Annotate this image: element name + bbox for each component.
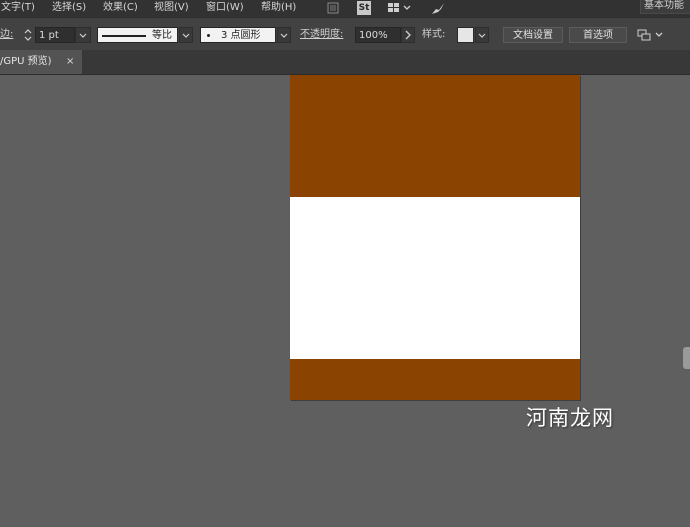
opacity-field[interactable]: 100% [355,27,401,43]
bridge-icon[interactable] [327,1,339,15]
graphic-style-swatch[interactable] [457,27,474,43]
variable-width-profile[interactable]: 等比 [97,27,178,43]
opacity-arrow-icon[interactable] [401,27,415,43]
stroke-weight-field[interactable]: 1 pt [35,27,75,43]
brush-icon[interactable] [430,1,446,15]
workspace-switcher[interactable]: 基本功能 [640,0,690,14]
brush-label: 3 点圆形 [221,30,261,41]
menu-select[interactable]: 选择(S) [52,1,86,15]
control-bar: 边: 1 pt 等比 3 点圆形 不透明度: 100% 样式: 文档设置 首选项 [0,17,690,51]
artboard[interactable] [290,75,580,400]
watermark: 河南龙网 [526,406,614,430]
document-tab-title: /GPU 预览) [0,56,52,67]
app-window: 文字(T) 选择(S) 效果(C) 视图(V) 窗口(W) 帮助(H) St 基… [0,0,690,527]
brown-rectangle-bottom[interactable] [290,359,580,400]
stock-icon[interactable]: St [357,1,371,15]
canvas-area[interactable] [0,75,690,527]
stroke-weight-dropdown[interactable] [75,27,91,43]
stroke-stepper-icon[interactable] [22,27,34,43]
document-tab[interactable]: /GPU 预览) × [0,50,82,74]
menu-help[interactable]: 帮助(H) [261,1,296,15]
menu-bar: 文字(T) 选择(S) 效果(C) 视图(V) 窗口(W) 帮助(H) St 基… [0,0,690,17]
vertical-scrollbar-thumb[interactable] [683,347,690,369]
menu-effect[interactable]: 效果(C) [103,1,138,15]
menu-window[interactable]: 窗口(W) [206,1,244,15]
brush-definition[interactable]: 3 点圆形 [200,27,276,43]
brush-dropdown[interactable] [277,27,291,43]
brush-dot-icon [207,34,210,37]
profile-dropdown[interactable] [179,27,193,43]
style-dropdown[interactable] [475,27,489,43]
close-tab-icon[interactable]: × [66,50,74,74]
stroke-label: 边: [0,29,14,40]
opacity-label[interactable]: 不透明度: [300,27,343,43]
preferences-button[interactable]: 首选项 [569,27,627,43]
menu-type[interactable]: 文字(T) [1,1,35,15]
document-tab-bar: /GPU 预览) × [0,50,690,75]
arrange-documents-icon[interactable] [637,27,667,43]
arrange-icon[interactable] [387,1,413,15]
profile-line [102,35,146,37]
profile-label: 等比 [152,30,172,41]
style-label: 样式: [422,29,446,40]
document-setup-button[interactable]: 文档设置 [503,27,563,43]
brown-rectangle-top[interactable] [290,75,580,197]
menu-view[interactable]: 视图(V) [154,1,189,15]
